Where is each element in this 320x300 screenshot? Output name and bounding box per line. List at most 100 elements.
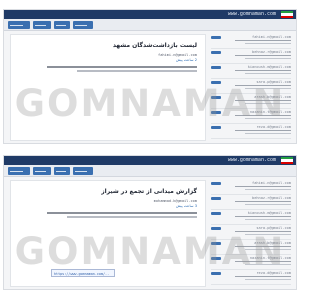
sidebar-email: nazanin.t@gmail.com [249, 256, 291, 260]
sidebar-text-line [235, 261, 291, 263]
sidebar-email: reza.d@gmail.com [256, 125, 291, 129]
sidebar-text-line [235, 85, 291, 87]
tab-bar [4, 165, 296, 177]
site-url[interactable]: www.gomnaman.com [228, 157, 276, 163]
sidebar-text-line [245, 103, 291, 105]
sidebar-item[interactable]: reza.d@gmail.com [211, 124, 291, 139]
sidebar-email: behnaz.r@gmail.com [252, 196, 291, 200]
tab-4[interactable] [73, 21, 93, 29]
post-text-line [47, 212, 197, 214]
sidebar-text-line [245, 189, 291, 191]
sidebar-text-line [235, 100, 291, 102]
sidebar-text-line [235, 55, 291, 57]
sidebar-badge[interactable] [211, 126, 221, 129]
sidebar-item[interactable]: sara.p@gmail.com [211, 225, 291, 240]
sidebar-email: fahimi.n@gmail.com [252, 35, 291, 39]
top-navbar: www.gomnaman.com [4, 10, 296, 19]
iran-flag-icon [281, 157, 293, 164]
sidebar-text-line [245, 249, 291, 251]
sidebar-text-line [245, 118, 291, 120]
sidebar-text-line [235, 246, 291, 248]
attachment-link[interactable]: https://www.gomnaman.com/.. [51, 269, 115, 277]
sidebar-badge[interactable] [211, 182, 221, 185]
sidebar-badge[interactable] [211, 111, 221, 114]
sidebar-badge[interactable] [211, 272, 221, 275]
post-title: لیست بازداشت‌شدگان مشهد [112, 42, 197, 49]
sidebar-item[interactable]: nazanin.t@gmail.com [211, 109, 291, 124]
sidebar-badge[interactable] [211, 227, 221, 230]
sidebar-badge[interactable] [211, 51, 221, 54]
author-email[interactable]: fahimi.n@gmail.com [158, 53, 197, 57]
post-content: گزارش میدانی از تجمع در شیراز mohammad.k… [10, 180, 206, 287]
sidebar-item[interactable]: behnaz.r@gmail.com [211, 49, 291, 64]
sidebar-item[interactable]: arash.b@gmail.com [211, 94, 291, 109]
post-text-line [67, 216, 197, 218]
tab-3[interactable] [54, 167, 70, 175]
post-timestamp: 3 ساعت پیش [175, 204, 197, 208]
sidebar-item[interactable]: kianoush.m@gmail.com [211, 210, 291, 225]
sidebar: fahimi.n@gmail.com behnaz.r@gmail.com ki… [211, 180, 291, 287]
sidebar-email: behnaz.r@gmail.com [252, 50, 291, 54]
tab-3[interactable] [54, 21, 70, 29]
post-content: لیست بازداشت‌شدگان مشهد fahimi.n@gmail.c… [10, 34, 206, 141]
screenshot-panel-1: www.gomnaman.com لیست بازداشت‌شدگان مشهد… [3, 9, 297, 144]
sidebar-badge[interactable] [211, 36, 221, 39]
sidebar-badge[interactable] [211, 242, 221, 245]
top-navbar: www.gomnaman.com [4, 156, 296, 165]
tab-bar [4, 19, 296, 31]
tab-2[interactable] [33, 21, 51, 29]
sidebar-email: arash.b@gmail.com [254, 95, 291, 99]
author-email[interactable]: mohammad.k@gmail.com [154, 199, 197, 203]
sidebar-text-line [235, 115, 291, 117]
post-timestamp: 2 ساعت پیش [175, 58, 197, 62]
sidebar-text-line [245, 204, 291, 206]
sidebar-badge[interactable] [211, 212, 221, 215]
sidebar-badge[interactable] [211, 81, 221, 84]
sidebar-text-line [235, 130, 291, 132]
sidebar-item[interactable]: arash.b@gmail.com [211, 240, 291, 255]
post-text-line [47, 66, 197, 68]
sidebar-email: arash.b@gmail.com [254, 241, 291, 245]
sidebar-email: sara.p@gmail.com [256, 80, 291, 84]
sidebar-text-line [245, 219, 291, 221]
sidebar-email: sara.p@gmail.com [256, 226, 291, 230]
sidebar-item[interactable]: reza.d@gmail.com [211, 270, 291, 285]
sidebar-text-line [245, 88, 291, 90]
sidebar-email: reza.d@gmail.com [256, 271, 291, 275]
sidebar-email: fahimi.n@gmail.com [252, 181, 291, 185]
sidebar-badge[interactable] [211, 66, 221, 69]
sidebar-item[interactable]: kianoush.m@gmail.com [211, 64, 291, 79]
tab-4[interactable] [73, 167, 93, 175]
sidebar-item[interactable]: behnaz.r@gmail.com [211, 195, 291, 210]
sidebar-item[interactable]: fahimi.n@gmail.com [211, 180, 291, 195]
sidebar-email: kianoush.m@gmail.com [247, 65, 291, 69]
sidebar-text-line [235, 201, 291, 203]
sidebar-text-line [235, 186, 291, 188]
sidebar-text-line [245, 279, 291, 281]
sidebar-text-line [235, 276, 291, 278]
sidebar-text-line [245, 264, 291, 266]
iran-flag-icon [281, 11, 293, 18]
sidebar-text-line [245, 133, 291, 135]
sidebar-badge[interactable] [211, 257, 221, 260]
sidebar-text-line [235, 40, 291, 42]
sidebar-text-line [245, 73, 291, 75]
sidebar-text-line [235, 216, 291, 218]
tab-2[interactable] [33, 167, 51, 175]
sidebar-text-line [245, 43, 291, 45]
sidebar-item[interactable]: nazanin.t@gmail.com [211, 255, 291, 270]
sidebar-text-line [245, 234, 291, 236]
sidebar-badge[interactable] [211, 96, 221, 99]
sidebar: fahimi.n@gmail.com behnaz.r@gmail.com ki… [211, 34, 291, 141]
site-url[interactable]: www.gomnaman.com [228, 11, 276, 17]
sidebar-email: kianoush.m@gmail.com [247, 211, 291, 215]
post-text-line [77, 70, 197, 72]
sidebar-badge[interactable] [211, 197, 221, 200]
tab-1[interactable] [8, 167, 30, 175]
sidebar-item[interactable]: fahimi.n@gmail.com [211, 34, 291, 49]
post-title: گزارش میدانی از تجمع در شیراز [101, 188, 197, 195]
sidebar-item[interactable]: sara.p@gmail.com [211, 79, 291, 94]
sidebar-text-line [235, 231, 291, 233]
attachment-link-label: https://www.gomnaman.com/.. [54, 271, 110, 276]
tab-1[interactable] [8, 21, 30, 29]
